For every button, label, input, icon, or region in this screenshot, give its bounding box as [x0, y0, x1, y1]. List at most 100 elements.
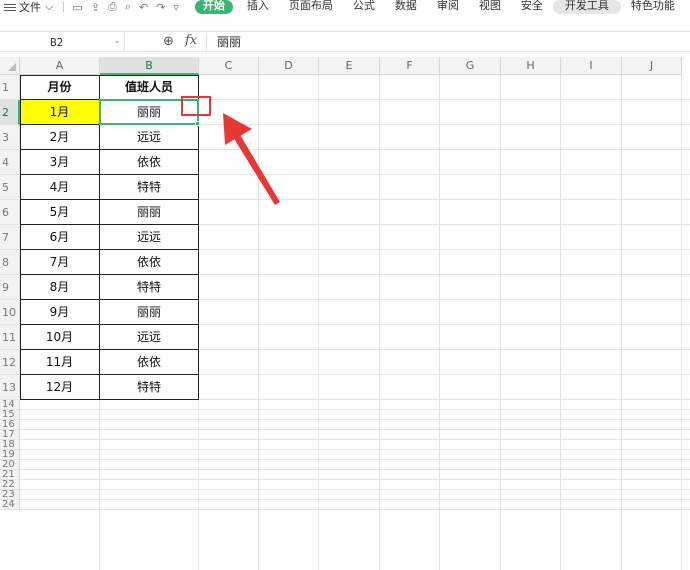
row-header[interactable]: 10: [0, 300, 20, 325]
grid-line: [20, 499, 690, 500]
person-cell[interactable]: 远远: [100, 125, 198, 149]
person-cell[interactable]: 特特: [100, 275, 198, 299]
file-menu[interactable]: 文件 ⌵: [0, 0, 53, 14]
person-cell[interactable]: 特特: [100, 375, 198, 399]
name-box-value[interactable]: B2: [50, 36, 63, 49]
grid-line: [20, 449, 690, 450]
tab-4[interactable]: 数据: [385, 0, 427, 14]
table-border: [20, 299, 199, 300]
column-header[interactable]: F: [380, 57, 440, 75]
month-cell[interactable]: 8月: [20, 275, 99, 299]
tab-6[interactable]: 视图: [469, 0, 511, 14]
person-cell[interactable]: 依依: [100, 250, 198, 274]
row-header[interactable]: 3: [0, 125, 20, 150]
redo-icon[interactable]: ↷: [156, 1, 165, 14]
zoom-search-icon[interactable]: ⊕: [163, 34, 174, 49]
person-cell[interactable]: 丽丽: [100, 100, 198, 124]
row-header[interactable]: 5: [0, 175, 20, 200]
grid-line: [20, 469, 690, 470]
tab-2[interactable]: 页面布局: [279, 0, 343, 14]
row-header[interactable]: 4: [0, 150, 20, 175]
row-header[interactable]: 8: [0, 250, 20, 275]
person-cell[interactable]: 依依: [100, 350, 198, 374]
header-cell-person[interactable]: 值班人员: [100, 75, 198, 99]
grid-line: [20, 399, 690, 400]
fx-label[interactable]: fx: [185, 33, 197, 48]
column-header[interactable]: J: [622, 57, 682, 75]
table-border: [20, 174, 199, 175]
row-header[interactable]: 11: [0, 325, 20, 350]
tab-9[interactable]: 特色功能: [621, 0, 685, 14]
month-cell[interactable]: 1月: [20, 100, 99, 124]
month-cell[interactable]: 9月: [20, 300, 99, 324]
month-cell[interactable]: 2月: [20, 125, 99, 149]
month-cell[interactable]: 10月: [20, 325, 99, 349]
month-cell[interactable]: 3月: [20, 150, 99, 174]
name-box[interactable]: B2 ⌄: [2, 33, 125, 51]
month-cell[interactable]: 5月: [20, 200, 99, 224]
month-cell[interactable]: 7月: [20, 250, 99, 274]
row-header[interactable]: 1: [0, 75, 20, 100]
person-cell[interactable]: 远远: [100, 225, 198, 249]
column-header[interactable]: G: [440, 57, 501, 75]
divider: [63, 2, 65, 12]
person-cell[interactable]: 远远: [100, 325, 198, 349]
row-header[interactable]: 12: [0, 350, 20, 375]
preview-icon[interactable]: ⌕: [125, 0, 131, 14]
tab-0[interactable]: 开始: [194, 0, 233, 14]
column-header[interactable]: H: [501, 57, 561, 75]
file-menu-label[interactable]: 文件: [19, 0, 41, 14]
row-header[interactable]: 9: [0, 275, 20, 300]
tab-7[interactable]: 安全: [511, 0, 553, 14]
person-cell[interactable]: 依依: [100, 150, 198, 174]
table-border: [20, 374, 199, 375]
month-cell[interactable]: 4月: [20, 175, 99, 199]
grid-line: [20, 439, 690, 440]
row-header[interactable]: 13: [0, 375, 20, 400]
column-header[interactable]: A: [20, 57, 100, 75]
chevron-down-icon[interactable]: ⌄: [113, 36, 121, 46]
column-header[interactable]: B: [100, 57, 199, 75]
tab-5[interactable]: 审阅: [427, 0, 469, 14]
save-icon[interactable]: ▭: [72, 1, 82, 14]
grid-line: [20, 509, 690, 510]
table-border: [20, 124, 199, 125]
annotation-arrow: [223, 113, 280, 205]
row-header[interactable]: 7: [0, 225, 20, 250]
fill-handle[interactable]: [195, 121, 200, 126]
formula-input[interactable]: 丽丽: [206, 33, 690, 51]
table-border: [20, 149, 199, 150]
row-header[interactable]: 24: [0, 500, 20, 510]
person-cell[interactable]: 特特: [100, 175, 198, 199]
column-header[interactable]: I: [561, 57, 622, 75]
undo-icon[interactable]: ↶: [139, 1, 148, 14]
menu-icon[interactable]: [4, 2, 16, 13]
tab-1[interactable]: 插入: [237, 0, 279, 14]
header-cell-month[interactable]: 月份: [20, 75, 99, 99]
month-cell[interactable]: 12月: [20, 375, 99, 399]
spreadsheet-grid[interactable]: ABCDEFGHIJ 1 2 3 4 5 6 7 8 9 10 11 12 13 14 15 16 17 18 19…: [0, 57, 690, 570]
ribbon-tab-bar: 文件 ⌵ ▭ ⇪ ⎙ ⌕ ↶ ↷ ▿ 开始 插入 页面布局 公式 数据 审阅 视图 安全 开发工…: [0, 0, 690, 14]
month-cell[interactable]: 11月: [20, 350, 99, 374]
chevron-down-icon[interactable]: ⌵: [45, 0, 53, 14]
select-all-corner[interactable]: [0, 57, 20, 75]
quick-access-toolbar: ▭ ⇪ ⎙ ⌕ ↶ ↷ ▿: [63, 0, 179, 14]
export-icon[interactable]: ⇪: [91, 1, 100, 14]
column-header[interactable]: E: [319, 57, 380, 75]
tab-3[interactable]: 公式: [343, 0, 385, 14]
person-cell[interactable]: 丽丽: [100, 300, 198, 324]
table-border: [20, 349, 199, 350]
column-header[interactable]: C: [199, 57, 259, 75]
table-border: [20, 199, 199, 200]
column-header[interactable]: D: [259, 57, 319, 75]
row-header[interactable]: 2: [0, 100, 20, 125]
more-icon[interactable]: ▿: [173, 1, 179, 14]
person-cell[interactable]: 丽丽: [100, 200, 198, 224]
ribbon-tabs: 开始 插入 页面布局 公式 数据 审阅 视图 安全 开发工具 特色功能: [191, 0, 685, 14]
row-header[interactable]: 6: [0, 200, 20, 225]
cell-grid[interactable]: 月份 值班人员 1月 丽丽 2月 远远 3月 依依 4月 特特 5月 丽丽 6月 远远 7月 依依 8月 特特 9月…: [20, 75, 690, 570]
print-icon[interactable]: ⎙: [108, 0, 117, 14]
arrow-shaft: [233, 133, 280, 205]
month-cell[interactable]: 6月: [20, 225, 99, 249]
tab-8[interactable]: 开发工具: [552, 0, 621, 14]
